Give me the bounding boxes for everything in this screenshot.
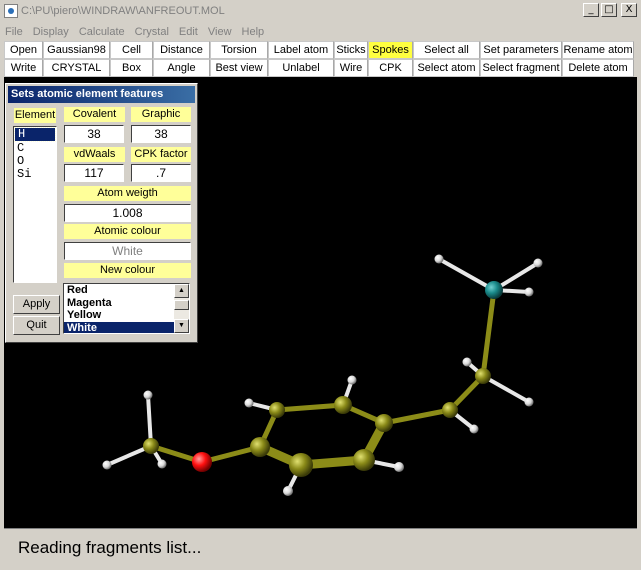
quit-button[interactable]: Quit xyxy=(13,316,60,335)
new-colour-list[interactable]: Red Magenta Yellow White ▲ ▼ xyxy=(63,283,190,334)
colour-item-white[interactable]: White xyxy=(64,321,174,333)
open-button[interactable]: Open xyxy=(4,41,43,59)
toolbar-row-1: Open Gaussian98 Cell Distance Torsion La… xyxy=(4,41,640,59)
vdwaals-label: vdWaals xyxy=(63,146,126,163)
spokes-button[interactable]: Spokes xyxy=(368,41,413,59)
distance-button[interactable]: Distance xyxy=(153,41,210,59)
graphic-label: Graphic xyxy=(130,106,192,123)
menu-display[interactable]: Display xyxy=(28,26,74,38)
write-button[interactable]: Write xyxy=(4,59,43,77)
cell-button[interactable]: Cell xyxy=(110,41,153,59)
best-view-button[interactable]: Best view xyxy=(210,59,268,77)
menu-bar: File Display Calculate Crystal Edit View… xyxy=(0,22,641,41)
graphic-field[interactable]: 38 xyxy=(131,125,191,143)
delete-atom-button[interactable]: Delete atom xyxy=(562,59,634,77)
title-bar: C:\PU\piero\WINDRAW\ANFREOUT.MOL _ □ X xyxy=(0,0,641,22)
apply-button[interactable]: Apply xyxy=(13,295,60,314)
toolbar-row-2: Write CRYSTAL Box Angle Best view Unlabe… xyxy=(4,59,640,77)
rename-atom-button[interactable]: Rename atom xyxy=(562,41,634,59)
window-controls: _ □ X xyxy=(583,3,637,17)
scroll-down-icon[interactable]: ▼ xyxy=(174,319,189,333)
element-item-h[interactable]: H xyxy=(14,127,56,142)
minimize-button[interactable]: _ xyxy=(583,3,599,17)
cpk-factor-field[interactable]: .7 xyxy=(131,164,191,182)
atomic-colour-label: Atomic colour xyxy=(63,223,192,240)
gaussian98-button[interactable]: Gaussian98 xyxy=(43,41,110,59)
menu-help[interactable]: Help xyxy=(237,26,270,38)
label-atom-button[interactable]: Label atom xyxy=(268,41,334,59)
menu-calculate[interactable]: Calculate xyxy=(74,26,130,38)
app-icon[interactable] xyxy=(4,3,18,18)
toolbar: Open Gaussian98 Cell Distance Torsion La… xyxy=(4,41,640,77)
wire-button[interactable]: Wire xyxy=(334,59,368,77)
close-button[interactable]: X xyxy=(621,3,637,17)
cpk-factor-label: CPK factor xyxy=(130,146,192,163)
colour-item-yellow[interactable]: Yellow xyxy=(64,309,174,322)
menu-edit[interactable]: Edit xyxy=(174,26,203,38)
menu-view[interactable]: View xyxy=(203,26,237,38)
oxygen-atom xyxy=(192,452,212,472)
cpk-button[interactable]: CPK xyxy=(368,59,413,77)
maximize-button[interactable]: □ xyxy=(601,3,617,17)
colour-item-red[interactable]: Red xyxy=(64,284,174,297)
element-label: Element xyxy=(13,107,57,124)
silicon-atom xyxy=(485,281,503,299)
select-atom-button[interactable]: Select atom xyxy=(413,59,480,77)
dialog-title: Sets atomic element features xyxy=(8,86,195,103)
box-button[interactable]: Box xyxy=(110,59,153,77)
torsion-button[interactable]: Torsion xyxy=(210,41,268,59)
crystal-button[interactable]: CRYSTAL xyxy=(43,59,110,77)
select-all-button[interactable]: Select all xyxy=(413,41,480,59)
status-text: Reading fragments list... xyxy=(18,537,202,557)
colour-list-scrollbar[interactable]: ▲ ▼ xyxy=(174,284,189,333)
covalent-label: Covalent xyxy=(63,106,126,123)
sticks-button[interactable]: Sticks xyxy=(334,41,368,59)
set-parameters-button[interactable]: Set parameters xyxy=(480,41,562,59)
status-bar: Reading fragments list... xyxy=(4,528,637,566)
covalent-field[interactable]: 38 xyxy=(64,125,124,143)
colour-item-magenta[interactable]: Magenta xyxy=(64,297,174,310)
atom-weight-field[interactable]: 1.008 xyxy=(64,204,191,222)
menu-file[interactable]: File xyxy=(0,26,28,38)
element-item-si[interactable]: Si xyxy=(14,168,56,181)
atomic-colour-field: White xyxy=(64,242,191,260)
angle-button[interactable]: Angle xyxy=(153,59,210,77)
new-colour-label: New colour xyxy=(63,262,192,279)
scroll-thumb[interactable] xyxy=(174,300,189,310)
vdwaals-field[interactable]: 117 xyxy=(64,164,124,182)
scroll-up-icon[interactable]: ▲ xyxy=(174,284,189,298)
element-list[interactable]: H C O Si xyxy=(13,126,57,283)
window-title: C:\PU\piero\WINDRAW\ANFREOUT.MOL xyxy=(21,4,225,17)
menu-crystal[interactable]: Crystal xyxy=(130,26,174,38)
select-fragment-button[interactable]: Select fragment xyxy=(480,59,562,77)
unlabel-button[interactable]: Unlabel xyxy=(268,59,334,77)
atom-weight-label: Atom weigth xyxy=(63,185,192,202)
